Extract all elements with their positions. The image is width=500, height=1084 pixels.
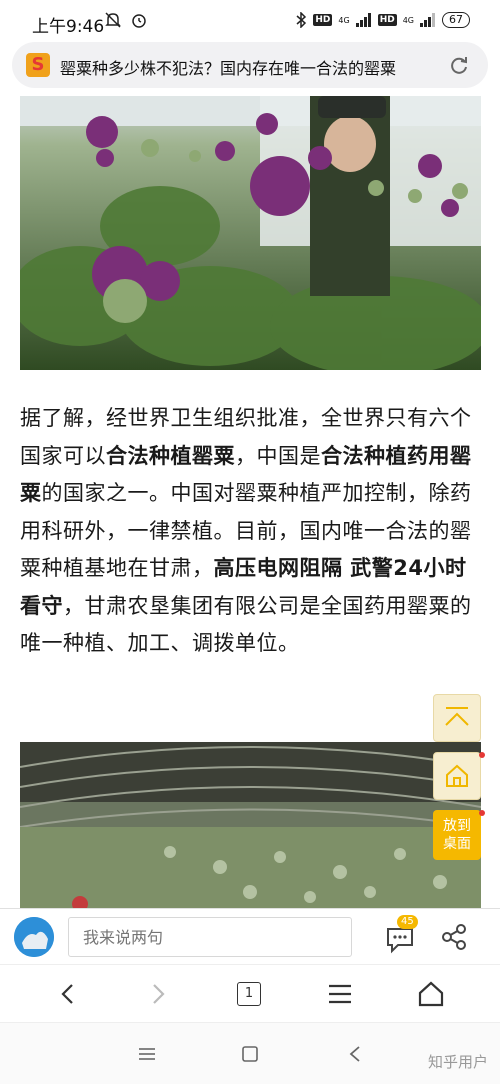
page-title[interactable]: 罂粟种多少株不犯法？国内存在唯一合法的罂粟 [60, 55, 432, 79]
greenhouse-illustration [20, 742, 481, 908]
poppy-field-illustration [20, 96, 481, 370]
menu-button[interactable] [322, 977, 358, 1011]
browser-nav: 1 [0, 964, 500, 1023]
tabs-icon: 1 [237, 982, 261, 1006]
add-to-desktop-button[interactable]: 放到 桌面 [433, 810, 481, 860]
text-segment: ，甘肃农垦集团有限公司是全国药用罂粟的唯一种植、加工、调拨单位。 [20, 593, 472, 656]
back-icon[interactable] [348, 1045, 362, 1063]
battery-icon: 67 [442, 12, 470, 28]
site-logo-icon: S [26, 53, 50, 77]
home-icon [418, 981, 444, 1007]
desktop-label-line1: 放到 [443, 818, 471, 834]
notification-dot [479, 810, 485, 816]
network-label-1: HD [313, 14, 333, 26]
comment-count-badge: 45 [397, 915, 418, 929]
comment-input[interactable] [68, 917, 352, 957]
menu-icon [329, 984, 351, 1004]
home-icon[interactable] [242, 1046, 258, 1062]
scroll-top-button[interactable] [433, 694, 481, 742]
address-bar[interactable]: S 罂粟种多少株不犯法？国内存在唯一合法的罂粟 [12, 42, 488, 88]
network-gen-2: 4G [402, 15, 414, 25]
home-float-button[interactable] [433, 752, 481, 800]
network-label-2: HD [377, 14, 397, 26]
back-icon [61, 984, 73, 1004]
article-paragraph: 据了解，经世界卫生组织批准，全世界只有六个国家可以合法种植罂粟，中国是合法种植药… [20, 400, 482, 663]
signal-icon [355, 13, 371, 27]
signal-icon [420, 13, 435, 27]
alarm-icon [132, 14, 146, 28]
bluetooth-icon [296, 12, 307, 28]
recents-icon[interactable] [138, 1047, 156, 1061]
tabs-button[interactable]: 1 [231, 977, 267, 1011]
greenhouse-photo [20, 742, 481, 908]
poppy-field-photo [20, 96, 481, 370]
scroll-top-icon [445, 707, 469, 726]
desktop-label-line2: 桌面 [443, 836, 471, 852]
status-bar: 上午9:46 HD 4G HD 4G 67 [0, 0, 500, 44]
home-icon [446, 764, 468, 787]
network-gen-1: 4G [338, 15, 350, 25]
text-segment: ，中国是 [235, 443, 321, 468]
back-button[interactable] [50, 977, 86, 1011]
bold-segment: 合法种植罂粟 [106, 443, 235, 468]
comment-bar: 45 [0, 908, 500, 965]
forward-icon [153, 984, 165, 1004]
status-time: 上午9:46 [32, 17, 105, 37]
forward-button[interactable] [140, 977, 176, 1011]
system-nav: 知乎用户 [0, 1022, 500, 1084]
share-icon[interactable] [440, 923, 468, 951]
notification-dot [479, 752, 485, 758]
mute-icon [105, 12, 121, 28]
article-content[interactable]: 据了解，经世界卫生组织批准，全世界只有六个国家可以合法种植罂粟，中国是合法种植药… [0, 96, 500, 908]
reload-icon[interactable] [448, 54, 470, 76]
watermark: 知乎用户 [427, 1053, 488, 1071]
avatar-icon[interactable] [14, 917, 54, 957]
browser-home-button[interactable] [413, 977, 449, 1011]
